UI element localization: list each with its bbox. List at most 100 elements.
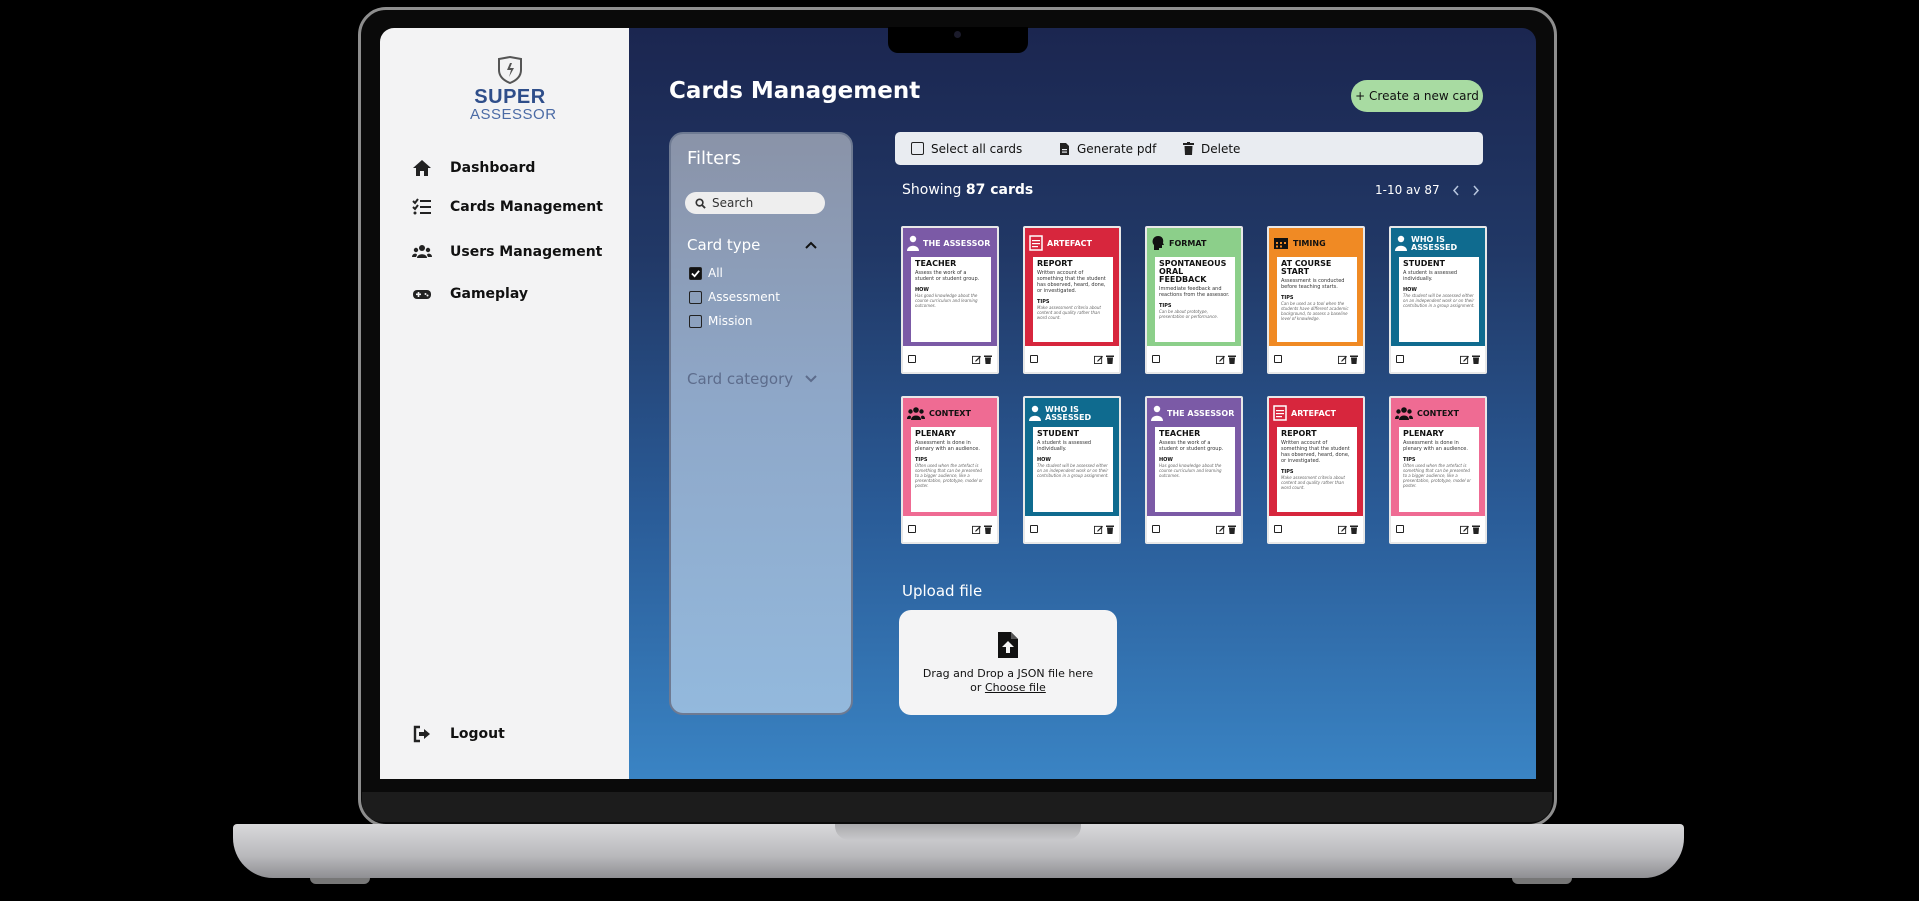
filters-title: Filters bbox=[687, 148, 741, 169]
edit-icon[interactable] bbox=[1216, 355, 1225, 364]
card-select-checkbox[interactable] bbox=[1030, 525, 1038, 533]
card-description: Assessment is done in plenary with an au… bbox=[915, 440, 980, 452]
filter-option-assessment[interactable]: Assessment bbox=[689, 290, 780, 304]
trash-icon[interactable] bbox=[1106, 525, 1114, 534]
filter-option-mission[interactable]: Mission bbox=[689, 314, 752, 328]
assessment-card[interactable]: WHO IS ASSESSED STUDENT A student is asses… bbox=[1389, 226, 1487, 374]
trash-icon[interactable] bbox=[1106, 355, 1114, 364]
card-body: STUDENT A student is assessed individuall… bbox=[1033, 427, 1113, 512]
assessment-card[interactable]: CONTEXT PLENARY Assessment is done in plen… bbox=[901, 396, 999, 544]
select-all-cards[interactable]: Select all cards bbox=[911, 142, 1022, 156]
card-face: CONTEXT PLENARY Assessment is done in plen… bbox=[1391, 398, 1485, 516]
card-title: TEACHER bbox=[915, 259, 957, 268]
card-header: TIMING bbox=[1273, 232, 1359, 256]
sidebar-item-dashboard[interactable]: Dashboard bbox=[412, 158, 535, 178]
sidebar-item-gameplay[interactable]: Gameplay bbox=[412, 284, 528, 304]
calendar-icon bbox=[1273, 236, 1289, 252]
assessment-card[interactable]: THE ASSESSOR TEACHER Assess the work of a … bbox=[1145, 396, 1243, 544]
trash-icon[interactable] bbox=[1472, 355, 1480, 364]
chevron-right-icon[interactable] bbox=[1472, 185, 1480, 196]
edit-icon[interactable] bbox=[1460, 355, 1469, 364]
generate-pdf-button[interactable]: Generate pdf bbox=[1059, 142, 1156, 156]
card-select-checkbox[interactable] bbox=[1274, 355, 1282, 363]
edit-icon[interactable] bbox=[1216, 525, 1225, 534]
card-category-toggle[interactable]: Card category bbox=[687, 370, 837, 388]
sidebar-item-label: Users Management bbox=[450, 244, 603, 260]
card-select-checkbox[interactable] bbox=[1030, 355, 1038, 363]
card-note: Can be used as a tool when the students … bbox=[1281, 301, 1349, 321]
card-select-checkbox[interactable] bbox=[1152, 525, 1160, 533]
generate-pdf-label: Generate pdf bbox=[1077, 141, 1157, 156]
card-actions bbox=[1147, 346, 1241, 372]
trash-icon[interactable] bbox=[984, 355, 992, 364]
file-dropzone[interactable]: Drag and Drop a JSON file here or Choose… bbox=[899, 610, 1117, 715]
filter-option-all[interactable]: All bbox=[689, 266, 723, 280]
trash-icon[interactable] bbox=[1472, 525, 1480, 534]
chevron-up-icon bbox=[805, 241, 817, 249]
card-select-checkbox[interactable] bbox=[1274, 525, 1282, 533]
edit-icon[interactable] bbox=[972, 355, 981, 364]
checkbox-checked[interactable] bbox=[689, 266, 702, 280]
create-card-button[interactable]: + Create a new card bbox=[1351, 80, 1483, 112]
edit-icon[interactable] bbox=[1094, 525, 1103, 534]
assessment-card[interactable]: TIMING AT COURSE START Assessment is condu… bbox=[1267, 226, 1365, 374]
checkbox[interactable] bbox=[911, 142, 924, 155]
card-face: FORMAT SPONTANEOUS ORAL FEEDBACK Immediate… bbox=[1147, 228, 1241, 346]
search-input[interactable]: Search bbox=[685, 192, 825, 214]
card-actions bbox=[1025, 516, 1119, 542]
sidebar-item-cards-management[interactable]: Cards Management bbox=[412, 197, 603, 217]
assessment-card[interactable]: WHO IS ASSESSED STUDENT A student is asses… bbox=[1023, 396, 1121, 544]
edit-icon[interactable] bbox=[1338, 355, 1347, 364]
page-title: Cards Management bbox=[669, 78, 921, 104]
sidebar: SUPER ASSESSOR Dashboard Cards Managemen… bbox=[380, 28, 629, 779]
card-body: AT COURSE START Assessment is conducted b… bbox=[1277, 257, 1357, 342]
card-body: TEACHER Assess the work of a student or s… bbox=[1155, 427, 1235, 512]
card-type-toggle[interactable]: Card type bbox=[687, 236, 837, 254]
assessment-card[interactable]: ARTEFACT REPORT Written account of somethi… bbox=[1267, 396, 1365, 544]
card-select-checkbox[interactable] bbox=[1152, 355, 1160, 363]
assessment-card[interactable]: THE ASSESSOR TEACHER Assess the work of a … bbox=[901, 226, 999, 374]
screen: SUPER ASSESSOR Dashboard Cards Managemen… bbox=[380, 28, 1536, 779]
card-body: REPORT Written account of something that … bbox=[1033, 257, 1113, 342]
trash-icon[interactable] bbox=[1228, 355, 1236, 364]
assessment-card[interactable]: ARTEFACT REPORT Written account of somethi… bbox=[1023, 226, 1121, 374]
card-header: FORMAT bbox=[1151, 232, 1237, 256]
card-note: Make assessment criteria about content a… bbox=[1281, 475, 1345, 490]
search-icon bbox=[695, 197, 706, 209]
choose-file-link[interactable]: Choose file bbox=[985, 681, 1046, 694]
trash-icon[interactable] bbox=[1350, 355, 1358, 364]
card-select-checkbox[interactable] bbox=[908, 525, 916, 533]
assessment-card[interactable]: CONTEXT PLENARY Assessment is done in plen… bbox=[1389, 396, 1487, 544]
card-title: STUDENT bbox=[1037, 429, 1079, 438]
card-select-checkbox[interactable] bbox=[908, 355, 916, 363]
card-select-checkbox[interactable] bbox=[1396, 355, 1404, 363]
trash-icon[interactable] bbox=[1350, 525, 1358, 534]
edit-icon[interactable] bbox=[1460, 525, 1469, 534]
card-body: PLENARY Assessment is done in plenary wit… bbox=[1399, 427, 1479, 512]
card-category-label: Card category bbox=[687, 370, 794, 388]
checkbox[interactable] bbox=[689, 314, 702, 328]
users-icon bbox=[412, 245, 432, 258]
trash-icon[interactable] bbox=[984, 525, 992, 534]
edit-icon[interactable] bbox=[972, 525, 981, 534]
card-select-checkbox[interactable] bbox=[1396, 525, 1404, 533]
logout-button[interactable]: Logout bbox=[412, 724, 505, 744]
person-icon bbox=[1395, 235, 1407, 253]
card-header: CONTEXT bbox=[907, 402, 993, 426]
assessment-card[interactable]: FORMAT SPONTANEOUS ORAL FEEDBACK Immediate… bbox=[1145, 226, 1243, 374]
document-icon bbox=[1029, 235, 1043, 253]
sidebar-item-users-management[interactable]: Users Management bbox=[412, 242, 602, 262]
card-action-group bbox=[1460, 525, 1480, 534]
person-icon bbox=[1029, 405, 1041, 423]
edit-icon[interactable] bbox=[1338, 525, 1347, 534]
card-header: ARTEFACT bbox=[1029, 232, 1115, 256]
checkbox[interactable] bbox=[689, 290, 702, 304]
upload-label: Upload file bbox=[902, 582, 983, 600]
card-category: FORMAT bbox=[1169, 239, 1207, 248]
trash-icon[interactable] bbox=[1228, 525, 1236, 534]
card-body: TEACHER Assess the work of a student or s… bbox=[911, 257, 991, 342]
edit-icon[interactable] bbox=[1094, 355, 1103, 364]
chevron-left-icon[interactable] bbox=[1452, 185, 1460, 196]
delete-button[interactable]: Delete bbox=[1183, 142, 1240, 156]
app-logo[interactable]: SUPER ASSESSOR bbox=[470, 56, 556, 122]
